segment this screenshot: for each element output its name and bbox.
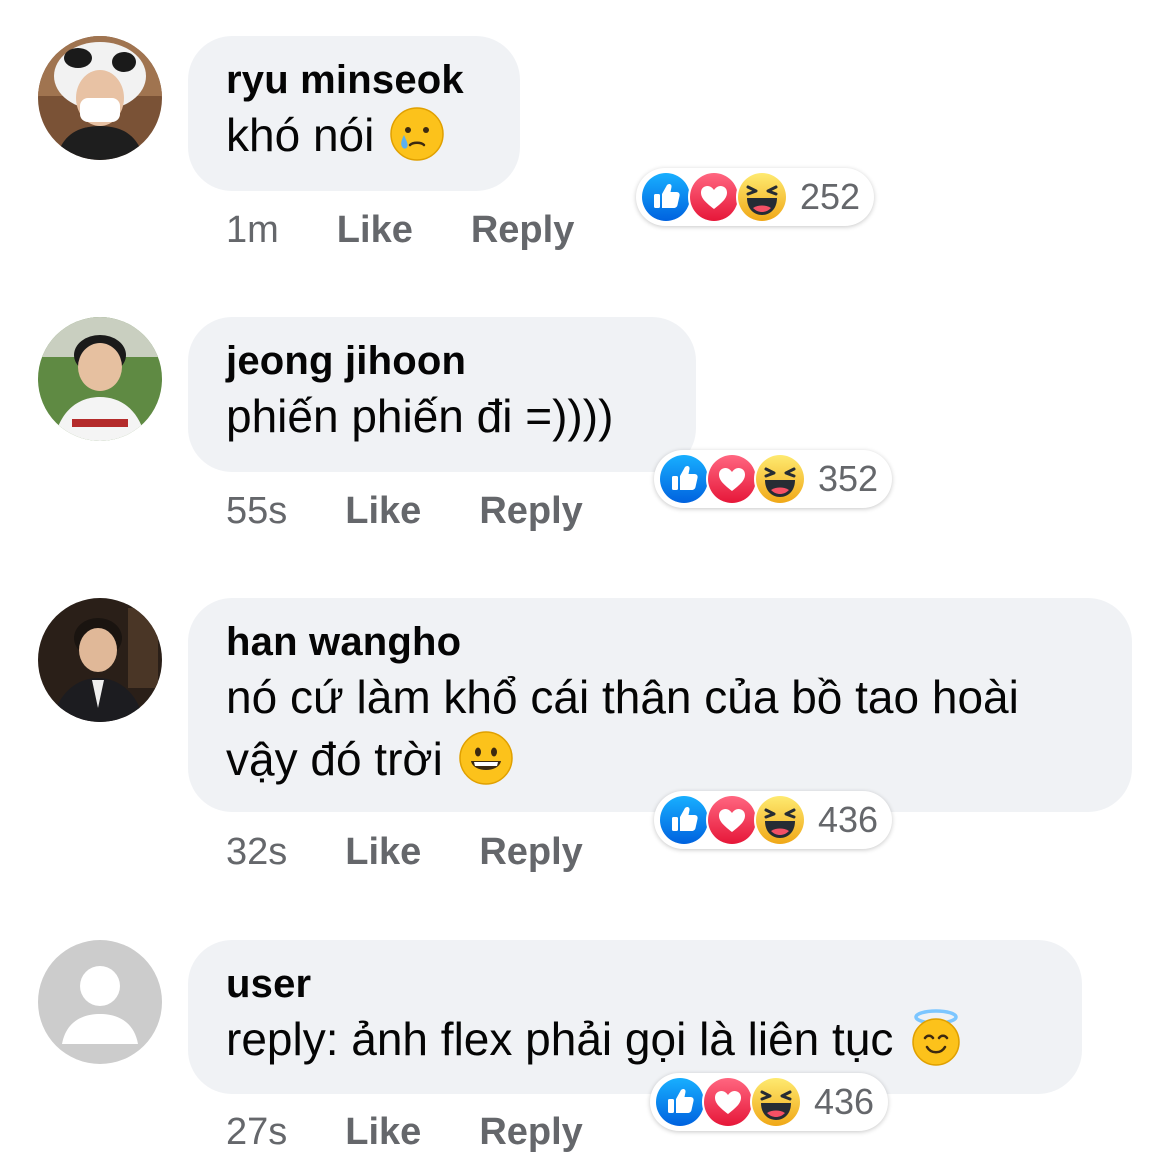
love-reaction-icon <box>706 453 758 505</box>
reaction-count: 252 <box>800 176 861 217</box>
love-reaction-icon <box>706 794 758 846</box>
reactions-summary[interactable]: 436 <box>654 791 893 849</box>
like-reaction-icon <box>658 453 710 505</box>
comment-bubble: ryu minseok khó nói <box>188 36 520 191</box>
avatar[interactable] <box>38 36 162 160</box>
reaction-count: 436 <box>814 1081 875 1122</box>
comment-author[interactable]: han wangho <box>226 618 1094 666</box>
like-button[interactable]: Like <box>345 487 421 535</box>
haha-reaction-icon <box>754 453 806 505</box>
comment-text: khó nói <box>226 104 482 166</box>
reactions-summary[interactable]: 352 <box>654 450 893 508</box>
like-reaction-icon <box>640 171 692 223</box>
comment-actions: 32s Like Reply <box>226 828 641 876</box>
comment-timestamp: 27s <box>226 1111 288 1153</box>
haha-reaction-icon <box>754 794 806 846</box>
comment-thread: ryu minseok khó nói 1m Like Reply 252 je… <box>0 0 1170 1170</box>
comment-actions: 1m Like Reply <box>226 206 632 254</box>
comment-bubble: jeong jihoon phiến phiến đi =)))) <box>188 317 696 472</box>
comment-bubble: user reply: ảnh flex phải gọi là liên tụ… <box>188 940 1082 1094</box>
comment-actions: 27s Like Reply <box>226 1108 641 1156</box>
comment-timestamp: 32s <box>226 831 288 873</box>
love-reaction-icon <box>702 1076 754 1128</box>
reply-button[interactable]: Reply <box>479 828 582 876</box>
reactions-summary[interactable]: 252 <box>636 168 875 226</box>
comment-text: phiến phiến đi =)))) <box>226 390 614 442</box>
grinning-face-emoji <box>457 729 515 787</box>
comment-bubble: han wangho nó cứ làm khổ cái thân của bồ… <box>188 598 1132 812</box>
comment-text: nó cứ làm khổ cái thân của bồ tao hoài v… <box>226 671 1019 787</box>
comment-author[interactable]: user <box>226 960 1044 1008</box>
haha-reaction-icon <box>736 171 788 223</box>
comment-timestamp: 55s <box>226 490 288 532</box>
haha-reaction-icon <box>750 1076 802 1128</box>
comment-actions: 55s Like Reply <box>226 487 641 535</box>
reply-button[interactable]: Reply <box>479 487 582 535</box>
crying-face-emoji <box>388 105 446 163</box>
comment-timestamp: 1m <box>226 209 279 251</box>
reply-button[interactable]: Reply <box>479 1108 582 1156</box>
comment-author[interactable]: ryu minseok <box>226 56 482 104</box>
love-reaction-icon <box>688 171 740 223</box>
like-button[interactable]: Like <box>345 1108 421 1156</box>
comment-author[interactable]: jeong jihoon <box>226 337 658 385</box>
like-button[interactable]: Like <box>345 828 421 876</box>
reply-button[interactable]: Reply <box>471 206 574 254</box>
reactions-summary[interactable]: 436 <box>650 1073 889 1131</box>
like-reaction-icon <box>658 794 710 846</box>
comment-text: reply: ảnh flex phải gọi là liên tục <box>226 1008 1044 1070</box>
avatar[interactable] <box>38 317 162 441</box>
reaction-count: 436 <box>818 799 879 840</box>
avatar[interactable] <box>38 940 162 1064</box>
smiling-face-with-halo-emoji <box>907 1009 965 1067</box>
avatar[interactable] <box>38 598 162 722</box>
like-button[interactable]: Like <box>337 206 413 254</box>
reaction-count: 352 <box>818 458 879 499</box>
like-reaction-icon <box>654 1076 706 1128</box>
